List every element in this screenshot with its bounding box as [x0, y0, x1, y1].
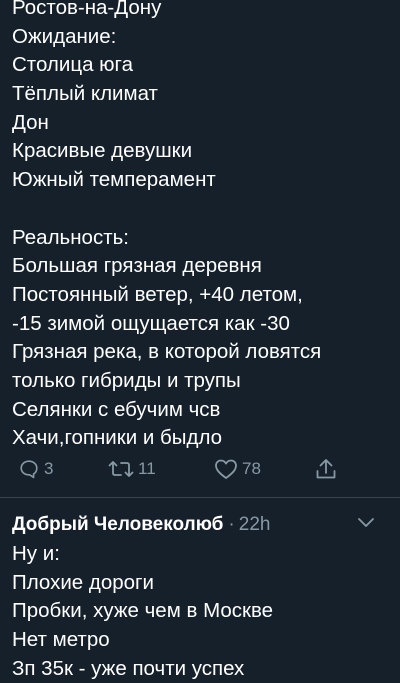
tweet-divider	[0, 497, 400, 498]
share-icon	[314, 457, 338, 481]
tweet-line: Постоянный ветер, +40 летом,	[12, 282, 303, 306]
timestamp[interactable]: 22h	[239, 514, 271, 536]
tweet-line: Столица юга	[12, 53, 133, 77]
author-name[interactable]: Добрый Человеколюб	[12, 514, 223, 536]
tweet-line: Ростов-на-Дону	[12, 0, 162, 19]
tweet-line: Реальность:	[12, 225, 129, 249]
reply-line: Нет метро	[12, 628, 110, 652]
reply-tweet[interactable]: Добрый Человеколюб · 22h Ну и: Плохие до…	[12, 510, 392, 683]
like-count: 78	[242, 459, 261, 478]
separator-dot: ·	[228, 514, 235, 535]
tweet-line: только гибриды и трупы	[12, 368, 241, 392]
retweet-button[interactable]: 11	[108, 452, 156, 486]
tweet-line: Южный темперамент	[12, 168, 216, 192]
tweet-line: Ожидание:	[12, 24, 117, 48]
reply-line: Зп 35к - уже почти успех	[12, 656, 245, 680]
chevron-down-icon[interactable]	[356, 516, 376, 535]
tweet-action-bar: 3 11 78	[0, 452, 400, 486]
share-button[interactable]	[314, 452, 338, 486]
retweet-count: 11	[138, 459, 156, 478]
reply-line: Ну и:	[12, 542, 60, 565]
tweet-line: -15 зимой ощущается как -30	[12, 311, 290, 335]
reply-bubble-icon	[18, 458, 40, 480]
reply-line: Пробки, хуже чем в Москве	[12, 599, 274, 623]
tweet-line: Красивые девушки	[12, 139, 193, 163]
retweet-icon	[108, 458, 134, 480]
reply-button[interactable]: 3	[18, 452, 53, 486]
tweet-line: Селянки с ебучим чсв	[12, 397, 221, 421]
reply-line: Плохие дороги	[12, 570, 154, 594]
reply-header: Добрый Человеколюб · 22h	[12, 510, 392, 540]
tweet-line: Тёплый климат	[12, 82, 158, 106]
tweet-line: Хачи,гопники и быдло	[12, 426, 223, 450]
tweet-text: Ростов-на-Дону Ожидание: Столица юга Тёп…	[12, 0, 392, 453]
like-button[interactable]: 78	[214, 452, 261, 486]
reply-count: 3	[44, 459, 54, 478]
tweet-line: Дон	[12, 110, 49, 134]
heart-icon	[214, 458, 238, 480]
tweet-line: Большая грязная деревня	[12, 254, 262, 278]
tweet-line: Грязная река, в которой ловятся	[12, 340, 322, 364]
